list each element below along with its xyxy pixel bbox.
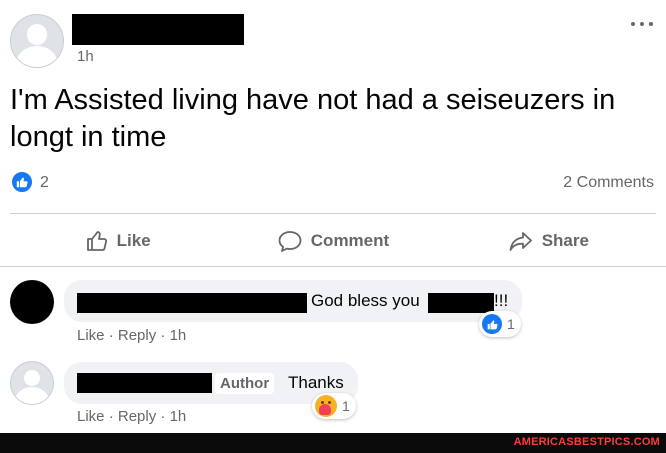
comment-reply-link[interactable]: Reply	[118, 408, 156, 425]
meta-separator: ·	[160, 408, 166, 425]
commenter-avatar[interactable]	[10, 280, 54, 324]
comment-reaction-count: 1	[342, 398, 350, 414]
comment-timestamp[interactable]: 1h	[170, 408, 187, 425]
post-text: I'm Assisted living have not had a seise…	[10, 84, 616, 153]
like-reaction-icon	[482, 314, 502, 334]
author-badge: Author	[215, 373, 275, 394]
comment-icon	[278, 231, 302, 252]
post-timestamp[interactable]: 1h	[77, 48, 94, 65]
comment-like-link[interactable]: Like	[77, 327, 105, 344]
redacted-commenter-name	[77, 373, 212, 393]
poster-avatar[interactable]	[10, 14, 64, 68]
reactions-summary: 2 2 Comments	[10, 170, 656, 196]
author-avatar[interactable]	[10, 361, 54, 405]
comment-text: Thanks	[288, 373, 344, 392]
redacted-name-mention	[428, 293, 494, 313]
reaction-count[interactable]: 2	[40, 174, 49, 192]
meta-separator: ·	[108, 327, 114, 344]
comment-text-suffix: !!!	[494, 291, 509, 310]
comment-reaction-chip[interactable]: 1	[479, 311, 521, 337]
like-button[interactable]: Like	[10, 222, 225, 260]
watermark-text: AMERICASBESTPICS.COM	[513, 436, 660, 448]
watermark-bar: AMERICASBESTPICS.COM	[0, 433, 666, 453]
care-reaction-icon	[315, 395, 337, 417]
like-thumb-icon	[86, 231, 107, 251]
comment-meta: Like · Reply · 1h	[77, 327, 186, 344]
like-reaction-icon[interactable]	[10, 170, 34, 194]
comment-label: Comment	[310, 231, 390, 250]
share-label: Share	[541, 231, 589, 250]
share-button[interactable]: Share	[441, 222, 656, 260]
like-label: Like	[116, 231, 151, 250]
divider	[0, 266, 666, 267]
divider	[10, 213, 656, 214]
comment-button[interactable]: Comment	[225, 222, 440, 260]
comment-timestamp[interactable]: 1h	[170, 327, 187, 344]
more-options-icon[interactable]	[628, 14, 656, 34]
share-arrow-icon	[509, 232, 532, 251]
redacted-poster-name	[72, 14, 244, 45]
comment-text: God bless you	[311, 291, 420, 310]
comment-count-link[interactable]: 2 Comments	[563, 174, 654, 192]
comment-reaction-chip[interactable]: 1	[312, 393, 356, 419]
comment-meta: Like · Reply · 1h	[77, 408, 186, 425]
post-action-bar: Like Comment Share	[10, 222, 656, 260]
comment-like-link[interactable]: Like	[77, 408, 105, 425]
redacted-commenter-name	[77, 293, 307, 313]
meta-separator: ·	[160, 327, 166, 344]
comment-reaction-count: 1	[507, 316, 515, 332]
post-header: 1h	[10, 14, 656, 70]
meta-separator: ·	[108, 408, 114, 425]
comment-reply-link[interactable]: Reply	[118, 327, 156, 344]
